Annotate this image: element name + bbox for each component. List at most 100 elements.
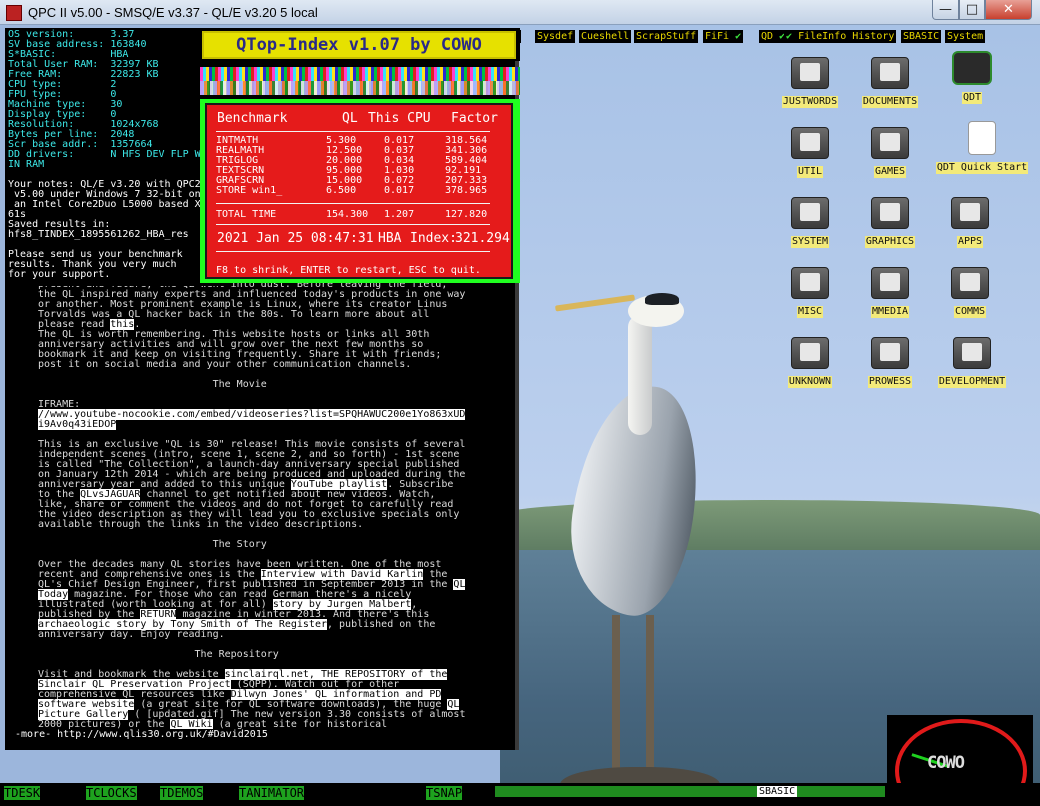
desktop-icon-mmedia[interactable]: MMEDIA xyxy=(850,267,930,318)
desktop-icon-qdt-quick-start[interactable]: QDT Quick Start xyxy=(932,121,1032,174)
article-line: post it on social media and your other c… xyxy=(38,360,465,370)
sysinfo-value: N HFS DEV FLP W xyxy=(110,149,201,160)
folder-icon xyxy=(871,57,909,89)
benchmark-timestamp: 2021 Jan 25 08:47:31 xyxy=(217,231,374,246)
qd-label: QD xyxy=(761,31,774,42)
benchmark-row: REALMATH 12.500 0.037 341.306 xyxy=(216,145,494,156)
article-line: The Movie xyxy=(38,380,465,390)
desktop-icon-qdt[interactable]: QDT xyxy=(932,51,1012,104)
more-prompt: -more- http://www.qlis30.org.uk/#David20… xyxy=(15,729,268,740)
desktop-icon-justwords[interactable]: JUSTWORDS xyxy=(770,57,850,108)
folder-icon xyxy=(791,197,829,229)
taskbar-item-sbasic[interactable]: SBASIC xyxy=(757,786,798,797)
total-factor: 127.820 xyxy=(445,209,488,220)
desktop-icon-util[interactable]: UTIL xyxy=(770,127,850,178)
logo-text: COWO xyxy=(927,753,965,773)
desktop-icon-development[interactable]: DEVELOPMENT xyxy=(928,337,1016,388)
topbar-item-fileinfo[interactable]: ✔ FileInfo History xyxy=(784,30,897,43)
topbar-item-sysdef[interactable]: Sysdef xyxy=(535,30,576,43)
article-text-run: , published on the xyxy=(326,619,436,630)
desktop-icon-apps[interactable]: APPS xyxy=(930,197,1010,248)
qtop-color-stripes xyxy=(200,81,520,95)
icon-label: DEVELOPMENT xyxy=(937,376,1007,388)
desktop-icon-unknown[interactable]: UNKNOWN xyxy=(770,337,850,388)
taskbar-job-strip[interactable] xyxy=(495,786,885,797)
index-value: 321.294 xyxy=(455,231,510,246)
total-cpu: 1.207 xyxy=(384,209,415,220)
topbar-item-qd[interactable]: QD ✔ xyxy=(759,30,788,43)
desktop-icon-prowess[interactable]: PROWESS xyxy=(850,337,930,388)
col-header-ql: QL xyxy=(342,111,358,126)
icon-label: MMEDIA xyxy=(870,306,910,318)
col-header-factor: Factor xyxy=(451,111,498,126)
icon-label: DOCUMENTS xyxy=(861,96,919,108)
col-header-benchmark: Benchmark xyxy=(217,111,288,126)
benchmark-row: TRIGLOG 20.000 0.034 589.404 xyxy=(216,155,494,166)
sysinfo-rows: OS version: 3.37 SV base address: 163840 S… xyxy=(8,30,201,170)
minimize-button[interactable]: — xyxy=(932,0,959,20)
benchmark-row: STORE win1_ 6.500 0.017 378.965 xyxy=(216,185,494,196)
topbar-item-cueshell[interactable]: Cueshell xyxy=(579,30,632,43)
qtop-title: QTop-Index v1.07 by COWO xyxy=(202,31,516,59)
taskbar-item-tsnap[interactable]: TSNAP xyxy=(426,786,463,800)
total-ql: 154.300 xyxy=(326,209,369,220)
topbar-item-scrapstuff[interactable]: ScrapStuff xyxy=(634,30,699,43)
topbar-item-sbasic[interactable]: SBASIC xyxy=(901,30,942,43)
article-text-run: The Repository xyxy=(38,649,279,660)
sysinfo-note-line: hfs8_TINDEX_1895561262_HBA_res xyxy=(8,229,189,240)
article-link[interactable]: QL xyxy=(453,579,466,590)
index-label: Index: xyxy=(410,231,457,246)
icon-label: JUSTWORDS xyxy=(781,96,839,108)
maximize-button[interactable]: □ xyxy=(959,0,985,20)
icon-label: APPS xyxy=(956,236,984,248)
article-line: i9Av0q43iEDOP xyxy=(38,419,465,430)
total-row: TOTAL TIME 154.300 1.207 127.820 xyxy=(216,209,494,220)
icon-label: GAMES xyxy=(873,166,907,178)
desktop-icon-games[interactable]: GAMES xyxy=(850,127,930,178)
heron-leg xyxy=(646,615,654,785)
topbar-item-fifi[interactable]: FiFi ✔ xyxy=(703,30,744,43)
desktop-icon-documents[interactable]: DOCUMENTS xyxy=(850,57,930,108)
check-icon: ✔ xyxy=(786,31,793,42)
taskbar-item-tanimator[interactable]: TANIMATOR xyxy=(239,786,305,800)
taskbar-item-tdesk[interactable]: TDESK xyxy=(4,786,41,800)
window-title: QPC II v5.00 - SMSQ/E v3.37 - QL/E v3.20… xyxy=(28,5,318,20)
article-link[interactable]: i9Av0q43iEDOP xyxy=(38,419,117,430)
sysinfo-note-line: for your support. xyxy=(8,269,111,280)
divider xyxy=(216,251,490,252)
icon-label: COMMS xyxy=(953,306,987,318)
folder-icon xyxy=(791,127,829,159)
benchmark-cell: 0.017 xyxy=(384,185,415,196)
article-text-run: available through the links in the video… xyxy=(38,519,364,530)
icon-label: QDT Quick Start xyxy=(935,162,1029,174)
desktop-icon-system[interactable]: SYSTEM xyxy=(770,197,850,248)
divider xyxy=(216,224,490,225)
desktop-icon-graphics[interactable]: GRAPHICS xyxy=(850,197,930,248)
desktop-icon-misc[interactable]: MISC xyxy=(770,267,850,318)
heron-crest xyxy=(645,293,679,305)
folder-icon xyxy=(953,337,991,369)
benchmark-row: TEXTSCRN 95.000 1.030 92.191 xyxy=(216,165,494,176)
sysinfo-value: 22823 KB xyxy=(110,69,159,80)
icon-label: PROWESS xyxy=(867,376,913,388)
window-titlebar[interactable]: QPC II v5.00 - SMSQ/E v3.37 - QL/E v3.20… xyxy=(0,0,1040,25)
desktop-icon-comms[interactable]: COMMS xyxy=(930,267,1010,318)
article-text-run: anniversary day. Enjoy reading. xyxy=(38,629,225,640)
benchmark-row: GRAFSCRN 15.000 0.072 207.333 xyxy=(216,175,494,186)
folder-icon xyxy=(791,57,829,89)
qpc-app-icon[interactable] xyxy=(6,5,22,21)
folder-icon xyxy=(871,197,909,229)
topbar-item-system[interactable]: System xyxy=(945,30,986,43)
total-label: TOTAL TIME xyxy=(216,209,277,220)
folder-icon xyxy=(871,267,909,299)
article-line: The Story xyxy=(38,540,465,550)
close-button[interactable]: ✕ xyxy=(985,0,1032,20)
icon-label: UNKNOWN xyxy=(787,376,833,388)
taskbar-item-tclocks[interactable]: TCLOCKS xyxy=(86,786,137,800)
fileinfo-label: FileInfo History xyxy=(798,31,895,42)
benchmark-cell: 378.965 xyxy=(445,185,488,196)
folder-icon xyxy=(791,267,829,299)
qdt-icon xyxy=(952,51,992,85)
article-line xyxy=(38,390,465,400)
taskbar-item-tdemos[interactable]: TDEMOS xyxy=(160,786,204,800)
